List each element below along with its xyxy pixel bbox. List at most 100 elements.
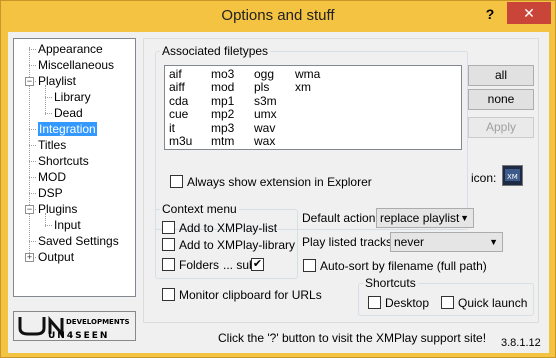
filetype-item[interactable]: mp3: [211, 121, 234, 135]
play-listed-label: Play listed tracks:: [302, 235, 396, 249]
filetype-item[interactable]: it: [169, 121, 175, 135]
collapse-icon-playlist[interactable]: −: [25, 77, 34, 86]
icon-label: icon:: [471, 171, 497, 185]
folders-label: Folders: [179, 258, 220, 272]
filetype-item[interactable]: mp1: [211, 94, 234, 108]
tree-item-library[interactable]: Library: [54, 90, 91, 105]
tree-connector: [29, 49, 36, 50]
tree-connector: [29, 193, 36, 194]
tree-connector: [29, 177, 36, 178]
filetype-item[interactable]: pls: [254, 80, 269, 94]
tree-item-appearance[interactable]: Appearance: [38, 42, 103, 57]
tree-item-plugins[interactable]: Plugins: [38, 202, 77, 217]
tree-connector: [29, 65, 36, 66]
title-bar[interactable]: Options and stuff ? ✕: [1, 1, 555, 31]
autosort-checkbox[interactable]: [303, 259, 316, 272]
close-button[interactable]: ✕: [507, 2, 551, 24]
tree-item-dead[interactable]: Dead: [54, 106, 83, 121]
select-all-button[interactable]: all: [468, 65, 534, 86]
filetype-item[interactable]: mp2: [211, 107, 234, 121]
filetype-item[interactable]: wav: [254, 121, 275, 135]
settings-tree[interactable]: Appearance Miscellaneous Playlist Library De…: [13, 38, 136, 297]
filetype-item[interactable]: m3u: [169, 134, 192, 148]
filetype-item[interactable]: s3m: [254, 94, 277, 108]
filetype-item[interactable]: cue: [169, 107, 188, 121]
tree-item-label: Titles: [38, 138, 67, 152]
tree-connector: [45, 97, 52, 98]
filetype-item[interactable]: wma: [295, 67, 320, 81]
tree-item-input[interactable]: Input: [54, 218, 81, 233]
add-playlist-label: Add to XMPlay-list: [179, 221, 278, 235]
filetype-item[interactable]: aiff: [169, 80, 185, 94]
tree-item-mod[interactable]: MOD: [38, 170, 66, 185]
quicklaunch-checkbox[interactable]: [441, 296, 454, 309]
desktop-label: Desktop: [385, 296, 430, 310]
logo-sub: DEVELOPMENTS: [66, 318, 130, 326]
collapse-icon-plugins[interactable]: −: [25, 205, 34, 214]
expand-icon-output[interactable]: +: [25, 253, 34, 262]
chevron-down-icon: ▼: [489, 237, 498, 247]
tree-item-saved-settings[interactable]: Saved Settings: [38, 234, 119, 249]
filetype-item[interactable]: aif: [169, 67, 182, 81]
filetype-item[interactable]: cda: [169, 94, 188, 108]
tree-connector: [29, 241, 36, 242]
apply-button[interactable]: Apply: [468, 117, 534, 138]
tree-item-label: Output: [38, 250, 75, 264]
filetype-item[interactable]: ogg: [254, 67, 274, 81]
tree-connector: [29, 129, 36, 130]
tree-item-label: Saved Settings: [38, 234, 119, 248]
tree-item-miscellaneous[interactable]: Miscellaneous: [38, 58, 114, 73]
un4seen-logo: DEVELOPMENTS UN4SEEN: [13, 311, 136, 341]
tree-item-label: Plugins: [38, 202, 78, 216]
play-listed-value: never: [394, 235, 425, 249]
folders-checkbox[interactable]: [162, 258, 175, 271]
always-show-checkbox[interactable]: [170, 175, 183, 188]
filetype-item[interactable]: umx: [254, 107, 277, 121]
tree-connector: [29, 145, 36, 146]
sub-checkbox[interactable]: ✔: [251, 258, 264, 271]
tree-item-dsp[interactable]: DSP: [38, 186, 63, 201]
tree-connector: [45, 213, 46, 227]
help-button[interactable]: ?: [477, 3, 503, 25]
options-window: Options and stuff ? ✕ Appearance Miscella…: [0, 0, 556, 358]
tree-connector: [45, 85, 46, 115]
tree-item-label: Miscellaneous: [38, 58, 115, 72]
dialog-client: Appearance Miscellaneous Playlist Library De…: [8, 32, 549, 353]
desktop-checkbox[interactable]: [368, 296, 381, 309]
tree-item-titles[interactable]: Titles: [38, 138, 66, 153]
tree-item-label: Integration: [38, 122, 97, 136]
default-action-select[interactable]: replace playlist ▼: [376, 208, 474, 228]
filetypes-list[interactable]: aif aiff cda cue it m3u mo3 mod mp1 mp2 mp3 mtm ogg p…: [164, 65, 462, 150]
support-hint: Click the '?' button to visit the XMPlay…: [218, 331, 487, 345]
tree-item-label: Library: [54, 90, 91, 104]
tree-item-label: Input: [54, 218, 81, 232]
tree-item-label: DSP: [38, 186, 63, 200]
select-none-button[interactable]: none: [468, 89, 534, 110]
filetype-item[interactable]: xm: [295, 80, 311, 94]
context-menu-legend: Context menu: [162, 202, 237, 216]
tree-item-output[interactable]: Output: [38, 250, 74, 265]
version-label: 3.8.1.12: [501, 337, 541, 349]
quicklaunch-label: Quick launch: [458, 296, 528, 310]
add-playlist-checkbox[interactable]: [162, 221, 175, 234]
tree-item-shortcuts[interactable]: Shortcuts: [38, 154, 89, 169]
always-show-label: Always show extension in Explorer: [187, 175, 372, 189]
filetype-item[interactable]: mod: [211, 80, 234, 94]
add-library-label: Add to XMPlay-library: [179, 238, 296, 252]
tree-item-label: Playlist: [38, 74, 77, 88]
monitor-clipboard-checkbox[interactable]: [162, 288, 175, 301]
play-listed-select[interactable]: never ▼: [390, 232, 503, 252]
tree-connector: [45, 113, 52, 114]
shortcuts-legend: Shortcuts: [365, 276, 416, 290]
monitor-clipboard-label: Monitor clipboard for URLs: [179, 288, 322, 302]
filetype-item[interactable]: mo3: [211, 67, 234, 81]
filetype-item[interactable]: mtm: [211, 134, 234, 148]
tree-item-integration[interactable]: Integration: [38, 122, 97, 137]
tree-item-label: MOD: [38, 170, 66, 184]
check-mark-icon: ✔: [252, 258, 263, 270]
xmplay-icon[interactable]: XM: [502, 165, 523, 186]
tree-item-playlist[interactable]: Playlist: [38, 74, 76, 89]
add-library-checkbox[interactable]: [162, 238, 175, 251]
svg-text:XM: XM: [507, 173, 518, 181]
filetype-item[interactable]: wax: [254, 134, 275, 148]
